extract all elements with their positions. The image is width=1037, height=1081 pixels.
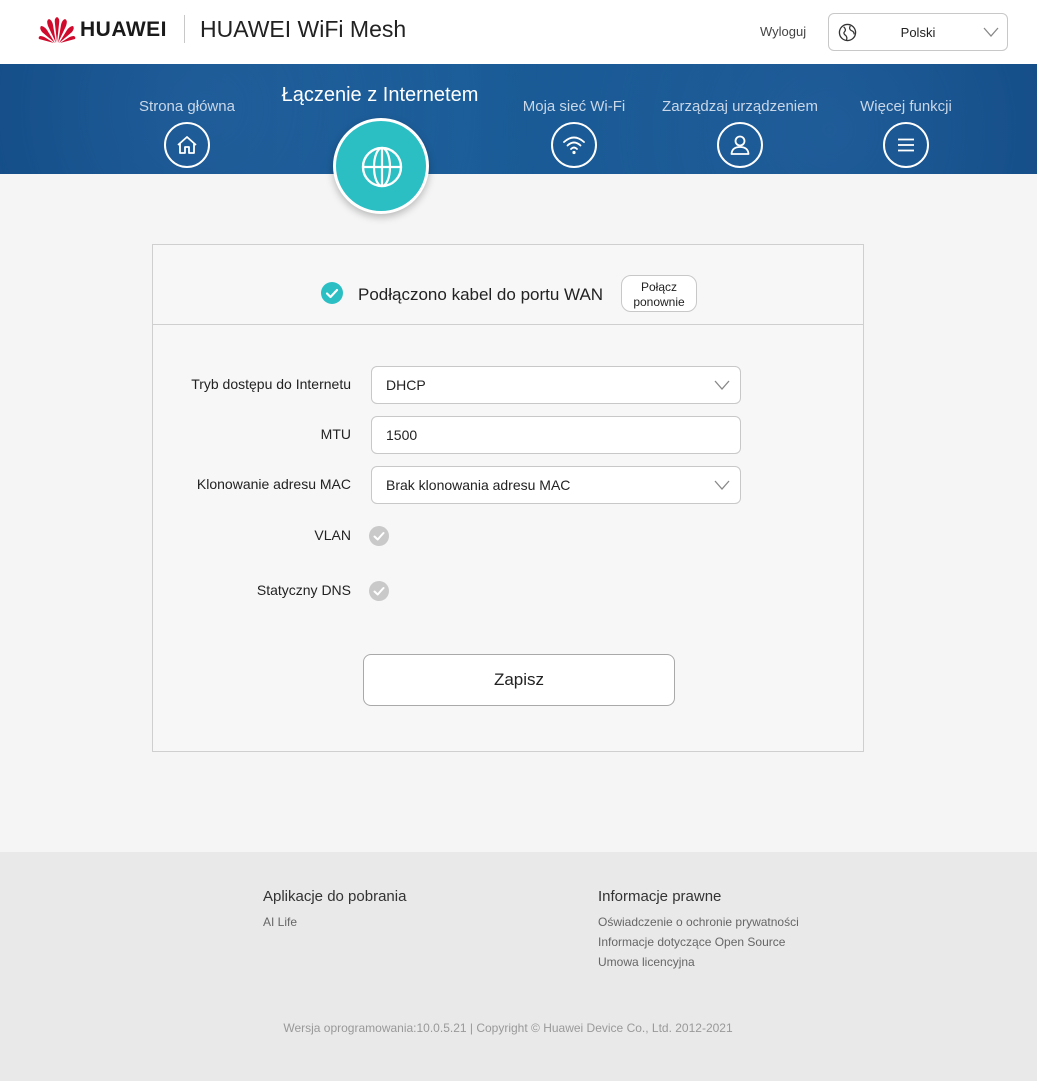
- save-button[interactable]: Zapisz: [363, 654, 675, 706]
- reconnect-label-line2: ponownie: [633, 295, 685, 309]
- footer-apps-heading: Aplikacje do pobrania: [263, 888, 407, 905]
- mac-clone-value: Brak klonowania adresu MAC: [386, 477, 571, 493]
- user-icon: [717, 122, 763, 168]
- access-mode-value: DHCP: [386, 377, 426, 393]
- vlan-label: VLAN: [314, 527, 351, 543]
- footer: Aplikacje do pobrania AI Life Informacje…: [0, 852, 1037, 1081]
- footer-link-open-source[interactable]: Informacje dotyczące Open Source: [598, 935, 785, 949]
- check-circle-icon: [321, 282, 343, 304]
- huawei-flower-icon: [38, 17, 76, 43]
- language-select[interactable]: Polski: [828, 13, 1008, 51]
- nav-label: Więcej funkcji: [860, 98, 952, 115]
- logout-link[interactable]: Wyloguj: [760, 24, 806, 39]
- access-mode-label: Tryb dostępu do Internetu: [191, 376, 351, 392]
- wan-status-row: Podłączono kabel do portu WAN Połącz pon…: [153, 245, 863, 325]
- reconnect-button[interactable]: Połącz ponownie: [621, 275, 697, 312]
- wifi-icon: [551, 122, 597, 168]
- header-divider: [184, 15, 185, 43]
- mac-clone-label: Klonowanie adresu MAC: [196, 476, 351, 492]
- mtu-field[interactable]: [371, 416, 741, 454]
- chevron-down-icon: [714, 380, 730, 390]
- chevron-down-icon: [983, 27, 999, 37]
- globe-icon: [333, 118, 429, 214]
- footer-link-privacy[interactable]: Oświadczenie o ochronie prywatności: [598, 915, 799, 929]
- wan-status-text: Podłączono kabel do portu WAN: [358, 285, 604, 304]
- nav-background: [0, 64, 1037, 174]
- nav-label-active: Łączenie z Internetem: [281, 84, 479, 106]
- huawei-logo: HUAWEI: [38, 16, 167, 44]
- static-dns-checkbox[interactable]: [369, 581, 389, 601]
- access-mode-select[interactable]: DHCP: [371, 366, 741, 404]
- brand-name: HUAWEI: [80, 18, 167, 41]
- top-header: HUAWEI HUAWEI WiFi Mesh Wyloguj Polski: [0, 0, 1037, 64]
- mac-clone-select[interactable]: Brak klonowania adresu MAC: [371, 466, 741, 504]
- chevron-down-icon: [714, 480, 730, 490]
- reconnect-label-line1: Połącz: [640, 280, 678, 294]
- nav-item-more[interactable]: Więcej funkcji: [806, 98, 1006, 168]
- static-dns-label: Statyczny DNS: [256, 582, 351, 598]
- nav-item-internet[interactable]: Łączenie z Internetem: [255, 84, 505, 214]
- vlan-checkbox[interactable]: [369, 526, 389, 546]
- menu-icon: [883, 122, 929, 168]
- internet-settings-card: Podłączono kabel do portu WAN Połącz pon…: [152, 244, 864, 752]
- footer-link-ai-life[interactable]: AI Life: [263, 915, 297, 929]
- mtu-label: MTU: [320, 426, 351, 442]
- footer-legal-heading: Informacje prawne: [598, 888, 722, 905]
- product-title: HUAWEI WiFi Mesh: [200, 16, 407, 42]
- main-nav: Strona główna Łączenie z Internetem Moja…: [0, 64, 1037, 214]
- mtu-input[interactable]: [386, 427, 716, 443]
- footer-link-license[interactable]: Umowa licencyjna: [598, 955, 695, 969]
- footer-copyright: Wersja oprogramowania:10.0.5.21 | Copyri…: [283, 1021, 733, 1035]
- home-icon: [164, 122, 210, 168]
- language-value: Polski: [900, 25, 936, 40]
